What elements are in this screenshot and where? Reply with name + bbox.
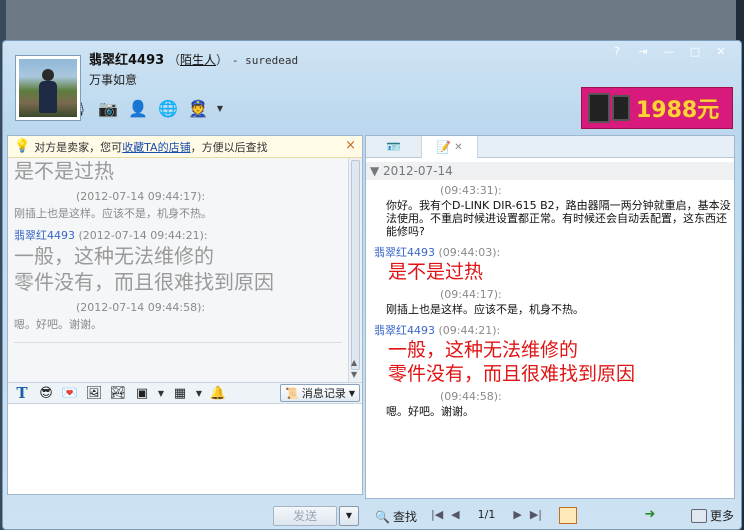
history-tabs: 🪪 📝 ✕ xyxy=(366,136,734,158)
send-image-icon[interactable]: 🏞 xyxy=(108,384,128,402)
webcam-icon[interactable]: 📷 xyxy=(95,95,121,121)
pager: |◀ ◀ 1/1 ▶ ▶| xyxy=(431,508,542,521)
close-button[interactable]: ✕ xyxy=(711,44,731,60)
screenshot-dropdown-arrow[interactable]: ▼ xyxy=(156,389,166,398)
chat-timestamp: (09:44:17): xyxy=(440,288,502,301)
avatar-photo xyxy=(19,59,77,117)
right-history-pane: 🪪 📝 ✕ ▼ 2012-07-14 (09:43:31): 你好。我有个D-LI… xyxy=(365,135,735,499)
message-input[interactable] xyxy=(8,404,362,494)
image-icon[interactable]: 🖼 xyxy=(84,384,104,402)
lightbulb-icon: 💡 xyxy=(14,139,31,154)
status-message: 万事如意 xyxy=(89,73,138,87)
history-timestamp: (2012-07-14 09:44:17): xyxy=(76,190,206,203)
ipad-image-small xyxy=(612,95,630,121)
more-icon xyxy=(691,508,707,523)
avatar[interactable] xyxy=(15,55,81,121)
close-notice-icon[interactable]: × xyxy=(345,138,356,153)
help-icon[interactable]: ? xyxy=(607,44,627,60)
history-message: 刚插上也是这样。应该不是，机身不热。 xyxy=(14,207,212,220)
calendar-dropdown-arrow[interactable]: ▼ xyxy=(194,389,204,398)
calendar-icon[interactable] xyxy=(559,507,577,524)
service-icon[interactable]: 👮 xyxy=(185,95,211,121)
last-page-icon[interactable]: ▶| xyxy=(530,508,542,521)
maximize-button[interactable]: □ xyxy=(685,44,705,60)
card-icon: 🪪 xyxy=(386,140,401,154)
chat-timestamp: (09:44:58): xyxy=(440,390,502,403)
history-icon: 📜 xyxy=(285,386,299,400)
history-message-large: 零件没有，而且很难找到原因 xyxy=(14,270,274,294)
chat-message: 你好。我有个D-LINK DIR-615 B2，路由器隔一两分钟就重启，基本没法… xyxy=(386,199,731,238)
minimize-button[interactable]: — xyxy=(659,44,679,60)
chat-message: 刚插上也是这样。应该不是，机身不热。 xyxy=(386,303,584,316)
input-toolbar: T 😎 💌 🖼 🏞 ▣ ▼ ▦ ▼ 🔔 📜 消息记录 ▼ xyxy=(8,382,362,404)
tab-message-history[interactable]: 📝 ✕ xyxy=(422,136,478,158)
bottom-bar: 发送 ▼ 🔍 查找 |◀ ◀ 1/1 ▶ ▶| ➜ 更多 xyxy=(3,503,741,529)
scrollbar-thumb[interactable] xyxy=(351,160,360,370)
search-icon: 🔍 xyxy=(375,509,390,524)
export-icon[interactable]: ➜ xyxy=(641,507,659,524)
ipad-image xyxy=(588,93,610,123)
contact-signature: - suredead xyxy=(231,54,299,67)
calendar-icon[interactable]: ▦ xyxy=(170,384,190,402)
next-page-icon[interactable]: ▶ xyxy=(513,508,521,521)
chevron-down-icon: ▼ xyxy=(348,388,355,398)
send-button[interactable]: 发送 xyxy=(273,506,337,526)
chat-message: 嗯。好吧。谢谢。 xyxy=(386,405,474,418)
screenshot-icon[interactable]: ▣ xyxy=(132,384,152,402)
window-controls: ? ⇥ — □ ✕ xyxy=(607,44,731,60)
chat-timestamp: (09:43:31): xyxy=(440,184,502,197)
chat-message-red: 零件没有，而且很难找到原因 xyxy=(388,363,636,385)
left-chat-pane: 💡 对方是卖家，您可 收藏TA的店铺 ，方便以后查找 × 是不是过热 (2012-0… xyxy=(7,135,363,495)
more-button[interactable]: 更多 xyxy=(691,507,734,524)
history-timestamp: (2012-07-14 09:44:58): xyxy=(76,301,206,314)
date-header: ▼ 2012-07-14 xyxy=(366,162,734,180)
tab-contact-info[interactable]: 🪪 xyxy=(366,136,422,158)
chat-sender: 翡翠红4493 (09:44:03): xyxy=(374,246,501,259)
nudge-icon[interactable]: 💌 xyxy=(60,384,80,402)
history-message: 嗯。好吧。谢谢。 xyxy=(14,318,102,331)
message-history-button[interactable]: 📜 消息记录 ▼ xyxy=(280,384,360,402)
bell-icon[interactable]: 🔔 xyxy=(208,384,228,402)
ad-price: 1988元 xyxy=(636,92,719,124)
history-message-faded: 是不是过热 xyxy=(14,159,114,183)
message-history: 是不是过热 (2012-07-14 09:44:17): 刚插上也是这样。应该不… xyxy=(8,158,348,382)
scroll-down-icon[interactable]: ▼ xyxy=(351,370,357,379)
page-indicator: 1/1 xyxy=(477,508,496,521)
emoji-icon[interactable]: 😎 xyxy=(36,384,56,402)
divider xyxy=(14,342,342,343)
history-message-large: 一般，这种无法维修的 xyxy=(14,244,214,268)
chat-message-red: 是不是过热 xyxy=(388,261,484,283)
first-page-icon[interactable]: |◀ xyxy=(431,508,443,521)
scroll-up-icon[interactable]: ▲ xyxy=(351,358,357,367)
find-button[interactable]: 🔍 查找 xyxy=(375,508,417,525)
history-scrollbar[interactable]: ▲ ▼ xyxy=(348,158,362,382)
send-options-arrow[interactable]: ▼ xyxy=(339,506,359,526)
add-contact-icon[interactable]: 👤 xyxy=(125,95,151,121)
history-sender: 翡翠红4493 (2012-07-14 09:44:21): xyxy=(14,229,208,242)
ad-banner[interactable]: 1988元 xyxy=(581,87,733,129)
chat-log: (09:43:31): 你好。我有个D-LINK DIR-615 B2，路由器隔… xyxy=(366,184,734,418)
font-icon[interactable]: T xyxy=(12,384,32,402)
chat-sender: 翡翠红4493 (09:44:21): xyxy=(374,324,501,337)
pin-icon[interactable]: ⇥ xyxy=(633,44,653,60)
seller-notice: 💡 对方是卖家，您可 收藏TA的店铺 ，方便以后查找 × xyxy=(8,136,362,158)
bookmark-store-link[interactable]: 收藏TA的店铺 xyxy=(122,139,190,155)
browser-icon[interactable]: 🌐 xyxy=(155,95,181,121)
chat-window: 翡翠红4493 （陌生人） - suredead 万事如意 ? ⇥ — □ ✕ … xyxy=(2,40,742,530)
close-tab-icon[interactable]: ✕ xyxy=(454,142,462,153)
prev-page-icon[interactable]: ◀ xyxy=(451,508,459,521)
contact-relation: （陌生人） - suredead xyxy=(168,53,299,67)
relation-link[interactable]: 陌生人 xyxy=(180,53,216,67)
toolbar-more-arrow[interactable]: ▼ xyxy=(215,104,225,113)
chat-message-red: 一般，这种无法维修的 xyxy=(388,339,579,361)
contact-name: 翡翠红4493 xyxy=(89,53,165,68)
message-icon: 📝 xyxy=(436,140,452,154)
